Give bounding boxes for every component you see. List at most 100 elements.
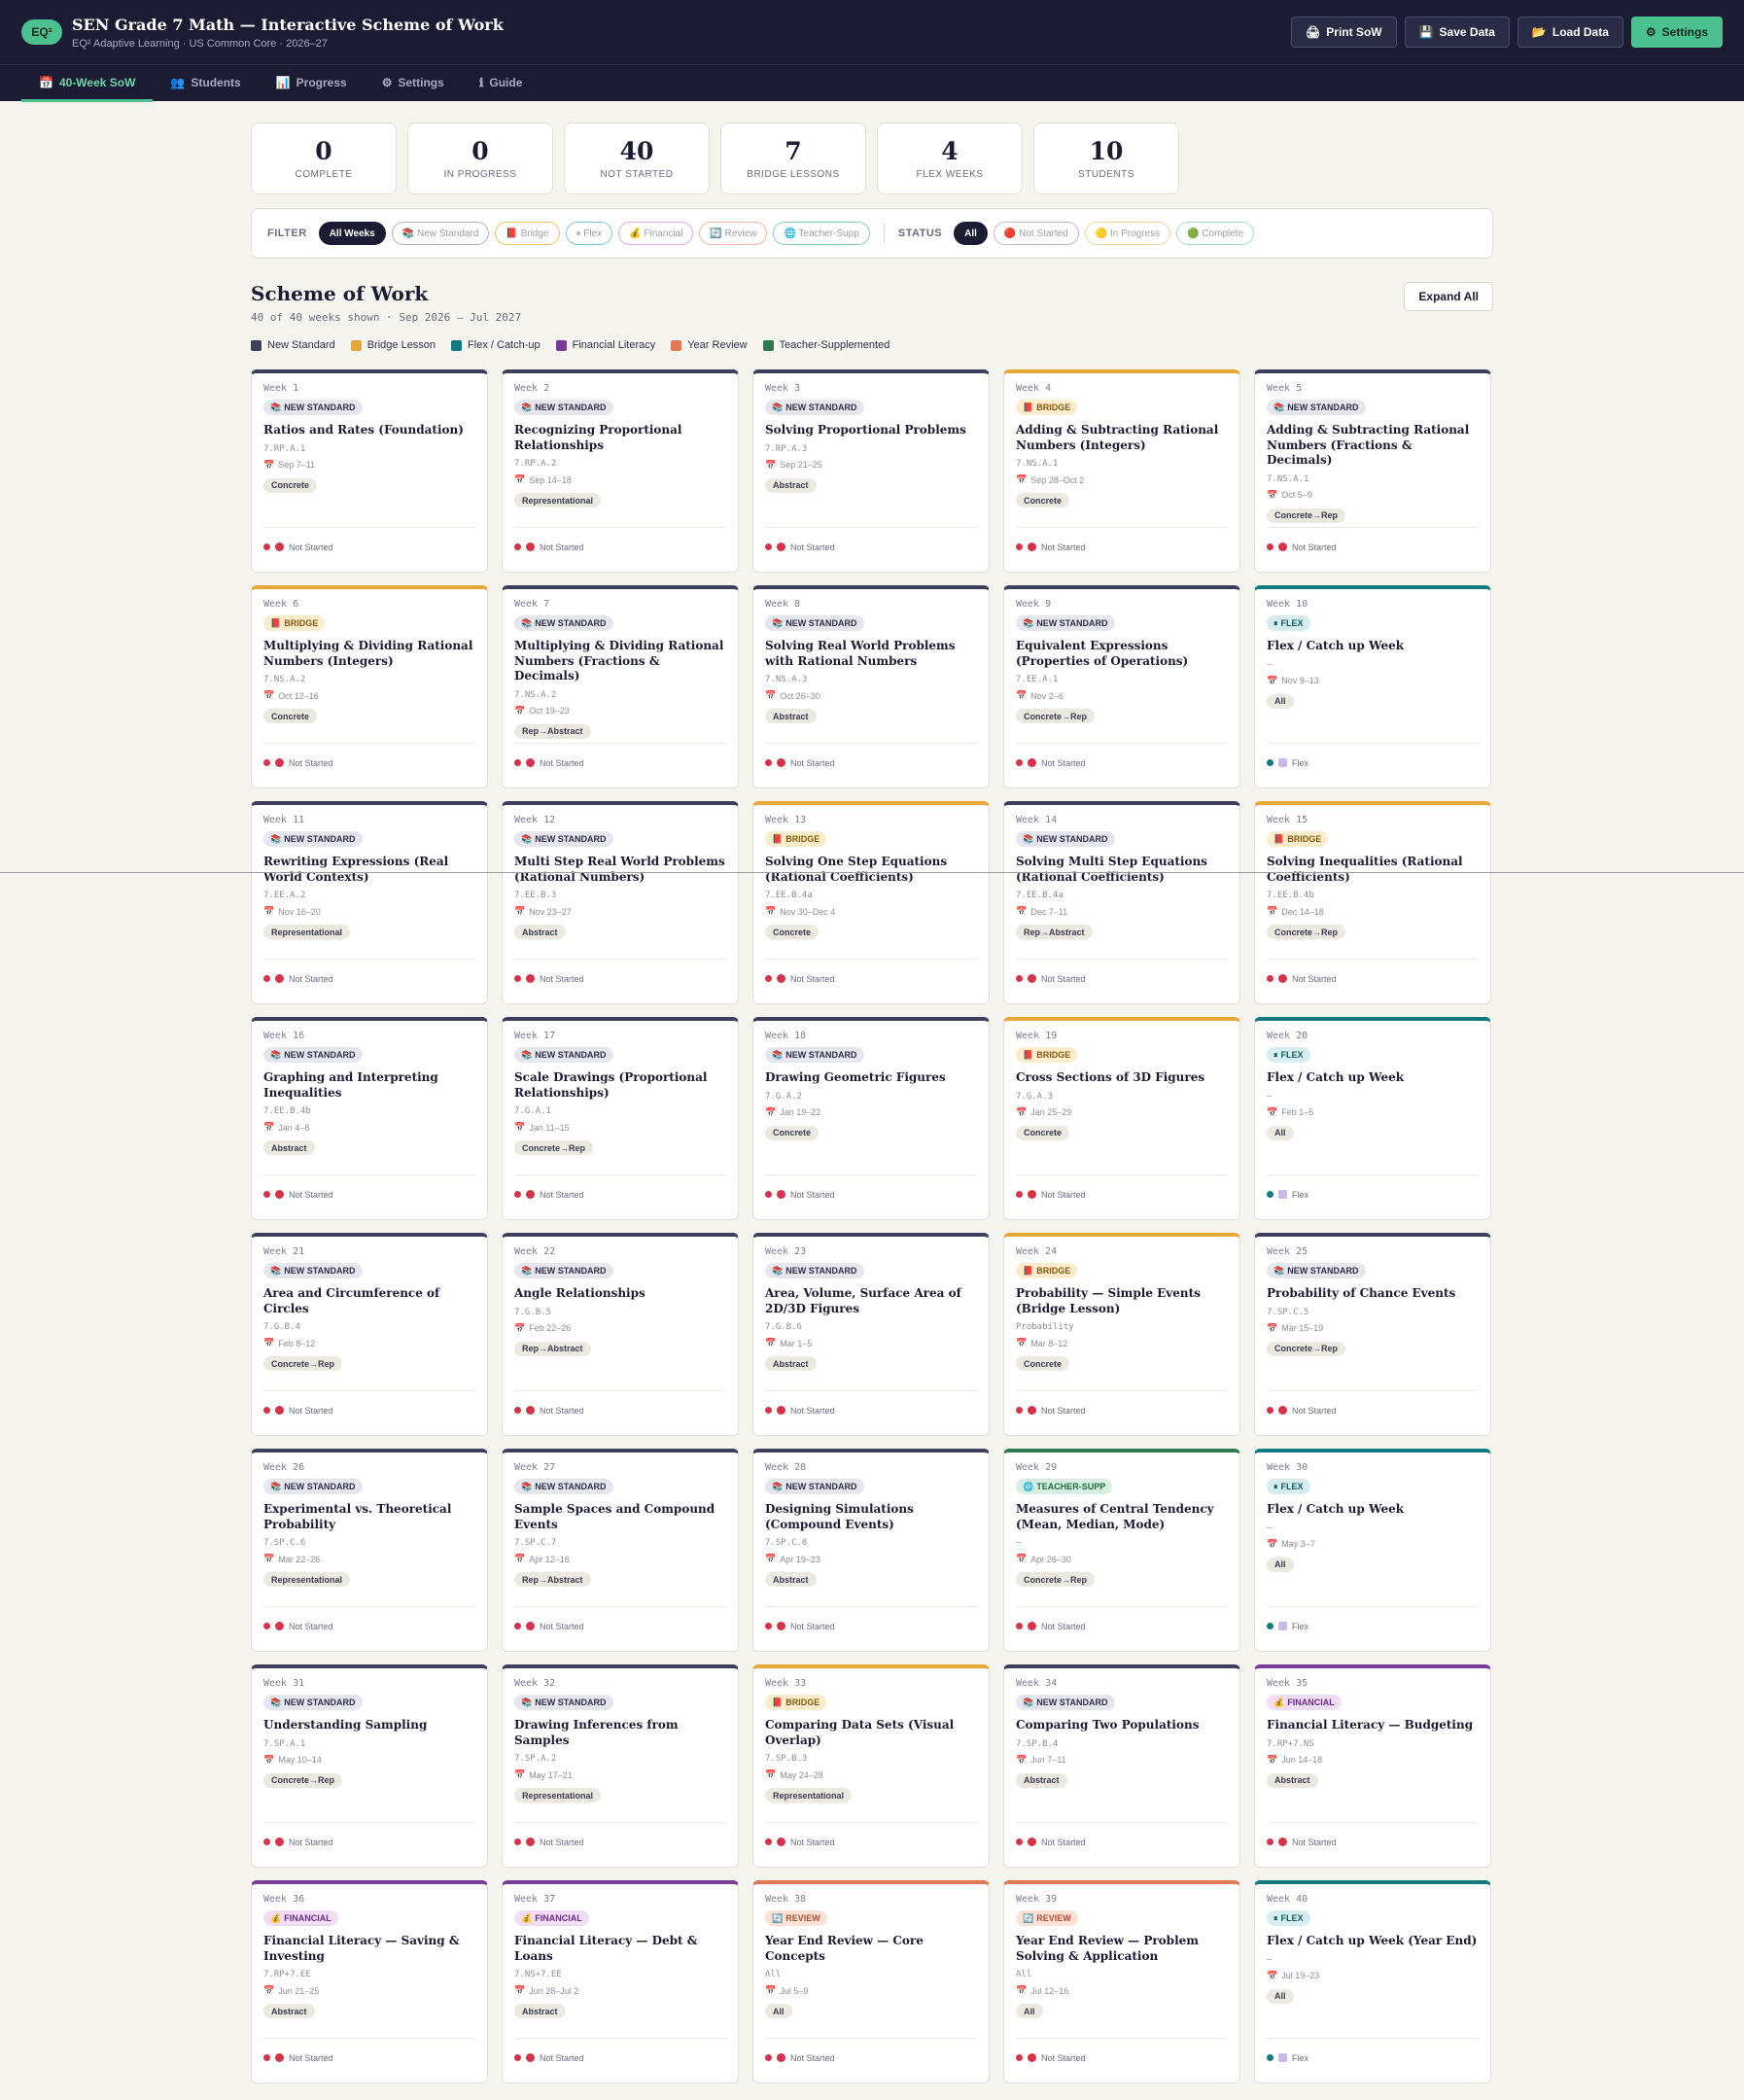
tab-students[interactable]: 👥 Students — [153, 65, 258, 102]
type-filter-chip[interactable]: ⏸ Flex — [565, 222, 613, 245]
status-row[interactable]: Not Started — [1016, 1606, 1228, 1645]
status-row[interactable]: Flex — [1267, 2038, 1479, 2077]
status-row[interactable]: Not Started — [765, 959, 977, 998]
week-card[interactable]: Week 7 📚 NEW STANDARD Multiplying & Dividin… — [502, 585, 739, 788]
week-card[interactable]: Week 5 📚 NEW STANDARD Adding & Subtracting … — [1254, 369, 1491, 573]
status-row[interactable]: Not Started — [514, 1606, 726, 1645]
status-row[interactable]: Not Started — [514, 1174, 726, 1213]
status-row[interactable]: Not Started — [514, 1822, 726, 1861]
print-sow-button[interactable]: 🖨 Print SoW — [1291, 17, 1397, 48]
status-filter-chip[interactable]: 🟡 In Progress — [1084, 222, 1171, 245]
week-card[interactable]: Week 23 📚 NEW STANDARD Area, Volume, Surfac… — [752, 1233, 990, 1436]
expand-all-button[interactable]: Expand All — [1404, 282, 1493, 311]
status-row[interactable]: Flex — [1267, 1606, 1479, 1645]
status-row[interactable]: Not Started — [514, 959, 726, 998]
status-row[interactable]: Not Started — [263, 959, 475, 998]
week-card[interactable]: Week 27 📚 NEW STANDARD Sample Spaces and Co… — [502, 1449, 739, 1652]
status-row[interactable]: Not Started — [263, 2038, 475, 2077]
week-card[interactable]: Week 26 📚 NEW STANDARD Experimental vs. The… — [251, 1449, 488, 1652]
status-row[interactable]: Not Started — [263, 1390, 475, 1429]
status-row[interactable]: Not Started — [1016, 1822, 1228, 1861]
status-row[interactable]: Not Started — [1016, 1174, 1228, 1213]
week-card[interactable]: Week 28 📚 NEW STANDARD Designing Simulation… — [752, 1449, 990, 1652]
week-card[interactable]: Week 39 🔄 REVIEW Year End Review — Problem … — [1003, 1880, 1240, 2083]
week-card[interactable]: Week 21 📚 NEW STANDARD Area and Circumferen… — [251, 1233, 488, 1436]
week-card[interactable]: Week 18 📚 NEW STANDARD Drawing Geometric Fi… — [752, 1017, 990, 1220]
week-card[interactable]: Week 36 💰 FINANCIAL Financial Literacy — Sa… — [251, 1880, 488, 2083]
load-data-button[interactable]: 📂 Load Data — [1517, 17, 1623, 48]
week-card[interactable]: Week 25 📚 NEW STANDARD Probability of Chanc… — [1254, 1233, 1491, 1436]
tab-guide[interactable]: ℹ Guide — [462, 65, 541, 102]
status-row[interactable]: Not Started — [765, 2038, 977, 2077]
status-row[interactable]: Not Started — [263, 743, 475, 782]
week-card[interactable]: Week 29 🌐 TEACHER-SUPP Measures of Central … — [1003, 1449, 1240, 1652]
week-card[interactable]: Week 20 ⏸ FLEX Flex / Catch up Week – 📅 Feb 1–… — [1254, 1017, 1491, 1220]
week-card[interactable]: Week 8 📚 NEW STANDARD Solving Real World Pr… — [752, 585, 990, 788]
status-row[interactable]: Not Started — [514, 2038, 726, 2077]
week-card[interactable]: Week 35 💰 FINANCIAL Financial Literacy — Bu… — [1254, 1664, 1491, 1868]
week-card[interactable]: Week 6 📕 BRIDGE Multiplying & Dividing Rati… — [251, 585, 488, 788]
status-row[interactable]: Not Started — [765, 1174, 977, 1213]
week-card[interactable]: Week 30 ⏸ FLEX Flex / Catch up Week – 📅 May 3–… — [1254, 1449, 1491, 1652]
week-card[interactable]: Week 34 📚 NEW STANDARD Comparing Two Popula… — [1003, 1664, 1240, 1868]
status-row[interactable]: Not Started — [514, 1390, 726, 1429]
save-data-button[interactable]: 💾 Save Data — [1404, 17, 1510, 48]
week-card[interactable]: Week 17 📚 NEW STANDARD Scale Drawings (Prop… — [502, 1017, 739, 1220]
status-row[interactable]: Not Started — [765, 1390, 977, 1429]
status-row[interactable]: Not Started — [1016, 527, 1228, 566]
status-row[interactable]: Flex — [1267, 743, 1479, 782]
status-row[interactable]: Not Started — [263, 1822, 475, 1861]
week-card[interactable]: Week 40 ⏸ FLEX Flex / Catch up Week (Year E… — [1254, 1880, 1491, 2083]
status-row[interactable]: Not Started — [514, 743, 726, 782]
status-row[interactable]: Not Started — [1016, 743, 1228, 782]
type-filter-chip[interactable]: 📚 New Standard — [391, 222, 490, 245]
week-card[interactable]: Week 19 📕 BRIDGE Cross Sections of 3D Figur… — [1003, 1017, 1240, 1220]
status-row[interactable]: Not Started — [1267, 1822, 1479, 1861]
week-card[interactable]: Week 10 ⏸ FLEX Flex / Catch up Week – 📅 Nov 9–… — [1254, 585, 1491, 788]
week-card[interactable]: Week 38 🔄 REVIEW Year End Review — Core Con… — [752, 1880, 990, 2083]
status-row[interactable]: Not Started — [765, 1606, 977, 1645]
tab-settings[interactable]: ⚙ Settings — [365, 65, 462, 102]
week-card[interactable]: Week 12 📚 NEW STANDARD Multi Step Real Worl… — [502, 801, 739, 1004]
week-card[interactable]: Week 33 📕 BRIDGE Comparing Data Sets (Visua… — [752, 1664, 990, 1868]
status-row[interactable]: Not Started — [263, 1606, 475, 1645]
settings-button[interactable]: ⚙ Settings — [1630, 17, 1723, 48]
week-card[interactable]: Week 13 📕 BRIDGE Solving One Step Equations… — [752, 801, 990, 1004]
status-filter-chip[interactable]: 🟢 Complete — [1176, 222, 1255, 245]
week-card[interactable]: Week 9 📚 NEW STANDARD Equivalent Expression… — [1003, 585, 1240, 788]
week-card[interactable]: Week 2 📚 NEW STANDARD Recognizing Proportio… — [502, 369, 739, 573]
week-card[interactable]: Week 24 📕 BRIDGE Probability — Simple Event… — [1003, 1233, 1240, 1436]
type-filter-chip[interactable]: 🌐 Teacher-Supp — [773, 222, 870, 245]
status-row[interactable]: Not Started — [263, 527, 475, 566]
status-row[interactable]: Not Started — [765, 1822, 977, 1861]
status-row[interactable]: Flex — [1267, 1174, 1479, 1213]
week-card[interactable]: Week 14 📚 NEW STANDARD Solving Multi Step E… — [1003, 801, 1240, 1004]
status-filter-chip[interactable]: All — [954, 222, 988, 245]
type-filter-chip[interactable]: 📕 Bridge — [495, 222, 560, 245]
status-row[interactable]: Not Started — [1267, 527, 1479, 566]
status-row[interactable]: Not Started — [1016, 2038, 1228, 2077]
status-row[interactable]: Not Started — [514, 527, 726, 566]
week-card[interactable]: Week 1 📚 NEW STANDARD Ratios and Rates (Fou… — [251, 369, 488, 573]
week-card[interactable]: Week 37 💰 FINANCIAL Financial Literacy — De… — [502, 1880, 739, 2083]
tab-progress[interactable]: 📊 Progress — [259, 65, 365, 102]
week-card[interactable]: Week 3 📚 NEW STANDARD Solving Proportional … — [752, 369, 990, 573]
week-card[interactable]: Week 16 📚 NEW STANDARD Graphing and Interpr… — [251, 1017, 488, 1220]
week-card[interactable]: Week 4 📕 BRIDGE Adding & Subtracting Ration… — [1003, 369, 1240, 573]
week-card[interactable]: Week 22 📚 NEW STANDARD Angle Relationships 7… — [502, 1233, 739, 1436]
week-card[interactable]: Week 11 📚 NEW STANDARD Rewriting Expression… — [251, 801, 488, 1004]
week-card[interactable]: Week 32 📚 NEW STANDARD Drawing Inferences f… — [502, 1664, 739, 1868]
week-card[interactable]: Week 31 📚 NEW STANDARD Understanding Sampli… — [251, 1664, 488, 1868]
week-card[interactable]: Week 15 📕 BRIDGE Solving Inequalities (Rati… — [1254, 801, 1491, 1004]
status-row[interactable]: Not Started — [765, 527, 977, 566]
status-row[interactable]: Not Started — [765, 743, 977, 782]
status-row[interactable]: Not Started — [263, 1174, 475, 1213]
tab-40-week-sow[interactable]: 📅 40-Week SoW — [21, 65, 154, 102]
status-row[interactable]: Not Started — [1267, 959, 1479, 998]
type-filter-chip[interactable]: 💰 Financial — [618, 222, 694, 245]
status-row[interactable]: Not Started — [1267, 1390, 1479, 1429]
type-filter-chip[interactable]: 🔄 Review — [699, 222, 768, 245]
status-filter-chip[interactable]: 🔴 Not Started — [993, 222, 1079, 245]
status-row[interactable]: Not Started — [1016, 1390, 1228, 1429]
type-filter-chip[interactable]: All Weeks — [318, 222, 386, 245]
